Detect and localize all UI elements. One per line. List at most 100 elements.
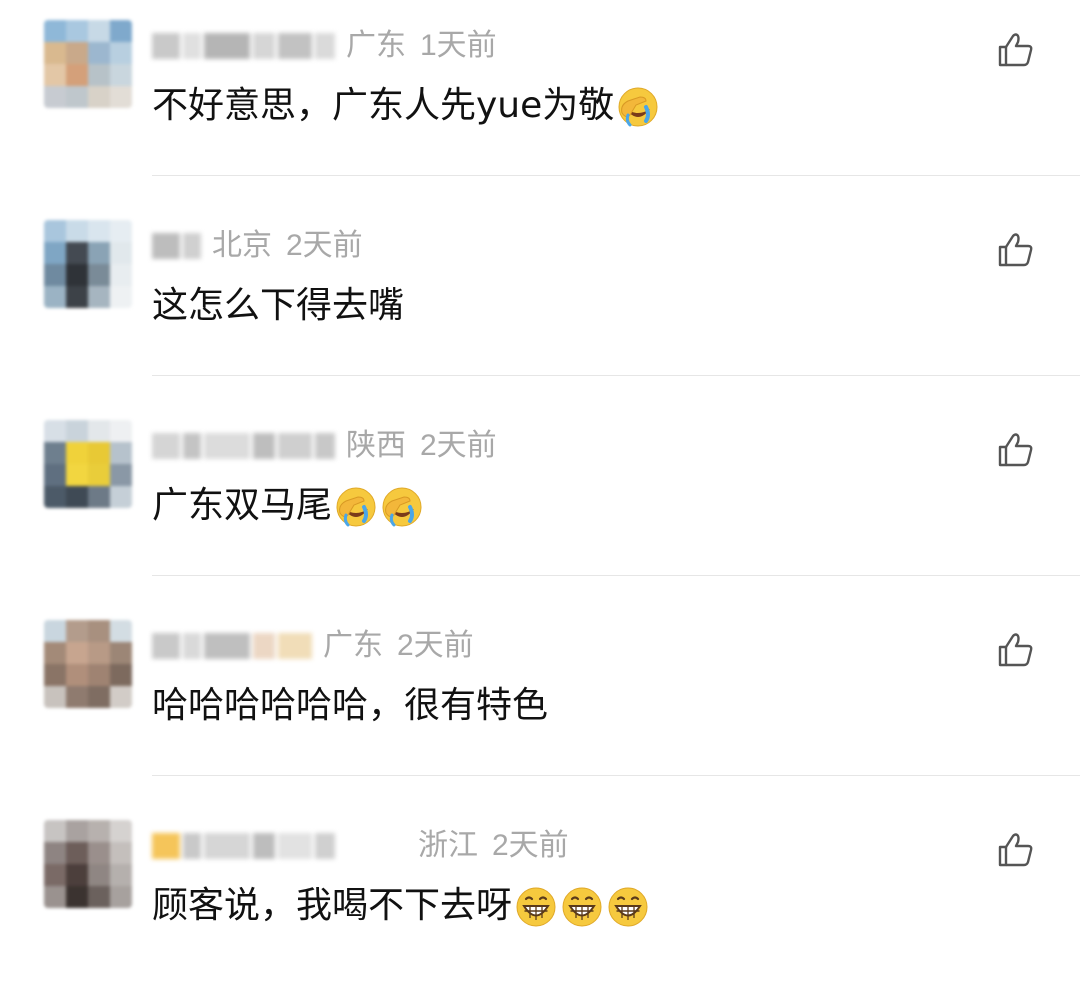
nickname-blur-block bbox=[152, 433, 180, 459]
avatar-pixel bbox=[88, 664, 110, 686]
avatar-pixel bbox=[66, 820, 88, 842]
avatar-pixel bbox=[88, 442, 110, 464]
like-icon[interactable] bbox=[996, 830, 1036, 870]
avatar-pixel bbox=[88, 42, 110, 64]
avatar-pixel bbox=[44, 220, 66, 242]
avatar-pixel bbox=[88, 264, 110, 286]
avatar-pixel bbox=[110, 420, 132, 442]
avatar-pixel bbox=[66, 864, 88, 886]
avatar-pixel bbox=[66, 642, 88, 664]
avatar-pixel bbox=[110, 42, 132, 64]
nickname-blur-block bbox=[315, 33, 335, 59]
divider bbox=[152, 175, 1080, 176]
nickname-blur-block bbox=[315, 433, 335, 459]
avatar-pixel bbox=[44, 86, 66, 108]
comment-text: 广东双马尾 bbox=[152, 478, 424, 534]
avatar[interactable] bbox=[44, 220, 132, 308]
nickname-blur-block bbox=[315, 833, 335, 859]
avatar-pixel bbox=[110, 486, 132, 508]
divider bbox=[152, 375, 1080, 376]
username-blurred[interactable] bbox=[152, 229, 204, 263]
avatar-pixel bbox=[44, 420, 66, 442]
avatar-pixel bbox=[110, 686, 132, 708]
comment-meta: 广东 2天前 bbox=[152, 626, 474, 666]
like-icon[interactable] bbox=[996, 630, 1036, 670]
avatar[interactable] bbox=[44, 820, 132, 908]
nickname-blur-block bbox=[253, 633, 275, 659]
divider bbox=[152, 775, 1080, 776]
avatar-pixel bbox=[88, 486, 110, 508]
avatar-pixel bbox=[66, 420, 88, 442]
timestamp: 2天前 bbox=[397, 629, 474, 662]
avatar-pixel bbox=[88, 242, 110, 264]
avatar-pixel bbox=[88, 20, 110, 42]
divider bbox=[152, 575, 1080, 576]
facepalm-crying-emoji bbox=[616, 85, 660, 129]
like-icon[interactable] bbox=[996, 230, 1036, 270]
like-icon[interactable] bbox=[996, 30, 1036, 70]
avatar-pixel bbox=[110, 20, 132, 42]
avatar-pixel bbox=[44, 686, 66, 708]
avatar-pixel bbox=[110, 664, 132, 686]
comment-text: 顾客说，我喝不下去呀 bbox=[152, 878, 650, 934]
avatar-pixel bbox=[110, 242, 132, 264]
comment-item: 浙江 2天前 顾客说，我喝不下去呀 bbox=[0, 800, 1080, 1000]
location-label: 浙江 bbox=[418, 829, 478, 862]
avatar-pixel bbox=[110, 842, 132, 864]
avatar-pixel bbox=[110, 86, 132, 108]
nickname-blur-block bbox=[253, 33, 275, 59]
avatar-pixel bbox=[110, 442, 132, 464]
nickname-blur-block bbox=[278, 33, 312, 59]
avatar-pixel bbox=[110, 64, 132, 86]
avatar-pixel bbox=[110, 464, 132, 486]
comment-meta: 陕西 2天前 bbox=[152, 426, 497, 466]
comment-text: 这怎么下得去嘴 bbox=[152, 278, 404, 334]
location-label: 陕西 bbox=[346, 429, 406, 462]
avatar[interactable] bbox=[44, 420, 132, 508]
avatar-pixel bbox=[88, 642, 110, 664]
avatar-pixel bbox=[110, 886, 132, 908]
username-blurred[interactable] bbox=[152, 829, 338, 863]
nickname-blur-block bbox=[152, 833, 180, 859]
timestamp: 2天前 bbox=[420, 429, 497, 462]
avatar[interactable] bbox=[44, 20, 132, 108]
avatar-pixel bbox=[44, 286, 66, 308]
avatar-pixel bbox=[88, 420, 110, 442]
avatar-pixel bbox=[110, 820, 132, 842]
avatar-pixel bbox=[88, 286, 110, 308]
nickname-blur-block bbox=[183, 33, 201, 59]
nickname-blur-block bbox=[253, 833, 275, 859]
timestamp: 2天前 bbox=[492, 829, 569, 862]
nickname-blur-block bbox=[183, 833, 201, 859]
avatar-pixel bbox=[44, 664, 66, 686]
avatar[interactable] bbox=[44, 620, 132, 708]
grinning-emoji bbox=[514, 885, 558, 929]
avatar-pixel bbox=[66, 486, 88, 508]
nickname-blur-block bbox=[183, 633, 201, 659]
comment-body: 不好意思，广东人先yue为敬 bbox=[152, 85, 615, 126]
username-blurred[interactable] bbox=[152, 29, 338, 63]
avatar-pixel bbox=[44, 20, 66, 42]
avatar-pixel bbox=[66, 42, 88, 64]
avatar-pixel bbox=[88, 886, 110, 908]
avatar-pixel bbox=[66, 286, 88, 308]
avatar-pixel bbox=[88, 220, 110, 242]
comment-body: 这怎么下得去嘴 bbox=[152, 285, 405, 326]
username-blurred[interactable] bbox=[152, 429, 338, 463]
avatar-pixel bbox=[88, 464, 110, 486]
avatar-pixel bbox=[44, 264, 66, 286]
avatar-pixel bbox=[44, 242, 66, 264]
comment-item: 广东 2天前 哈哈哈哈哈哈，很有特色 bbox=[0, 600, 1080, 800]
nickname-blur-block bbox=[183, 433, 201, 459]
nickname-blur-block bbox=[204, 633, 250, 659]
nickname-blur-block bbox=[152, 233, 180, 259]
nickname-blur-block bbox=[204, 33, 250, 59]
avatar-pixel bbox=[66, 842, 88, 864]
avatar-pixel bbox=[66, 620, 88, 642]
username-blurred[interactable] bbox=[152, 629, 315, 663]
nickname-blur-block bbox=[278, 833, 312, 859]
avatar-pixel bbox=[66, 86, 88, 108]
like-icon[interactable] bbox=[996, 430, 1036, 470]
grinning-emoji bbox=[560, 885, 604, 929]
avatar-pixel bbox=[88, 820, 110, 842]
